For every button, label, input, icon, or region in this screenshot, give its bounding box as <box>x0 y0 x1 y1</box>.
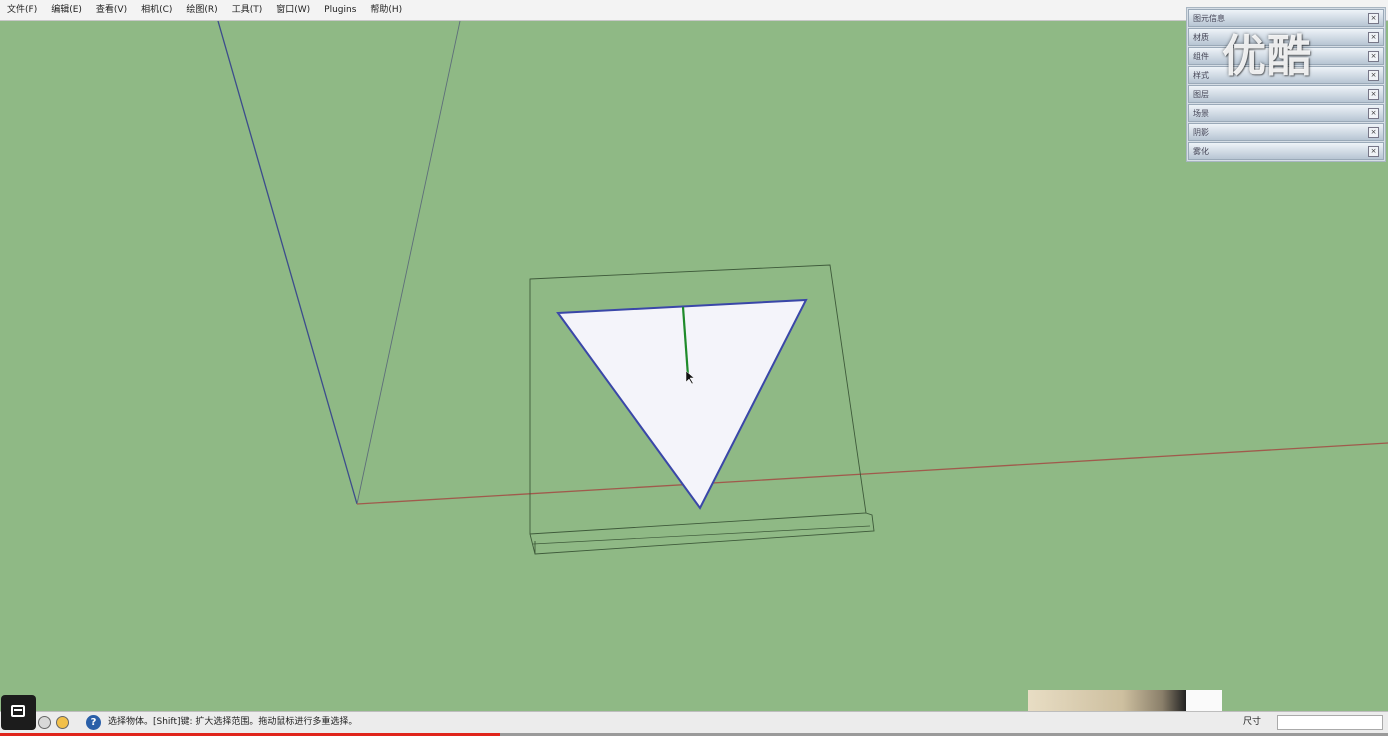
red-axis-line <box>356 442 1388 505</box>
measurements-label: 尺寸 <box>1243 717 1262 727</box>
credits-icon[interactable] <box>56 716 69 729</box>
tray-panel-close-icon[interactable]: × <box>1368 69 1379 81</box>
tray-panel-close-icon[interactable]: × <box>1368 107 1379 119</box>
video-thumbnail-edge <box>1186 690 1222 712</box>
viewport-canvas <box>217 21 1388 555</box>
tray-panel[interactable]: 图层 × <box>1188 85 1384 103</box>
measurements-input[interactable] <box>1277 715 1383 730</box>
menu-help[interactable]: 帮助(H) <box>363 0 409 20</box>
menu-edit[interactable]: 编辑(E) <box>44 0 89 20</box>
menu-plugins[interactable]: Plugins <box>317 0 363 20</box>
menu-bar: 文件(F) 编辑(E) 查看(V) 相机(C) 绘图(R) 工具(T) 窗口(W) Plugi… <box>0 0 1388 21</box>
blue-axis-line <box>217 21 358 505</box>
tray-panel-label: 图元信息 <box>1193 13 1225 23</box>
screen-toggle-button[interactable] <box>1 695 36 730</box>
menu-camera[interactable]: 相机(C) <box>134 0 179 20</box>
tray-panel-close-icon[interactable]: × <box>1368 12 1379 24</box>
status-hint: 选择物体。[Shift]键: 扩大选择范围。拖动鼠标进行多重选择。 <box>108 717 358 727</box>
modeling-viewport[interactable] <box>0 21 1388 711</box>
tray-panel-close-icon[interactable]: × <box>1368 145 1379 157</box>
menu-file[interactable]: 文件(F) <box>0 0 44 20</box>
menu-tools[interactable]: 工具(T) <box>225 0 270 20</box>
blue-axis-line-2 <box>356 21 461 505</box>
tray-panel-close-icon[interactable]: × <box>1368 88 1379 100</box>
tray-panel[interactable]: 阴影 × <box>1188 123 1384 141</box>
georef-icon[interactable] <box>38 716 51 729</box>
tray-panel-label: 雾化 <box>1193 146 1209 156</box>
video-thumbnail <box>1028 690 1186 712</box>
menu-view[interactable]: 查看(V) <box>89 0 134 20</box>
triangle-face[interactable] <box>556 298 808 510</box>
tray-panel[interactable]: 场景 × <box>1188 104 1384 122</box>
tray-panel-close-icon[interactable]: × <box>1368 31 1379 43</box>
watermark-logo: 优酷 <box>1222 31 1312 82</box>
tray-panel-label: 场景 <box>1193 108 1209 118</box>
tray-panel-label: 阴影 <box>1193 127 1209 137</box>
tray-panel-label: 材质 <box>1193 32 1209 42</box>
help-icon[interactable]: ? <box>86 715 101 730</box>
menu-window[interactable]: 窗口(W) <box>269 0 317 20</box>
screen-toggle-icon <box>11 705 25 717</box>
tray-panel-label: 组件 <box>1193 51 1209 61</box>
menu-draw[interactable]: 绘图(R) <box>179 0 224 20</box>
tray-panel[interactable]: 雾化 × <box>1188 142 1384 160</box>
tray-panel-close-icon[interactable]: × <box>1368 126 1379 138</box>
tray-panel-label: 样式 <box>1193 70 1209 80</box>
status-bar: ? 选择物体。[Shift]键: 扩大选择范围。拖动鼠标进行多重选择。 尺寸 <box>0 711 1388 734</box>
tray-panel-label: 图层 <box>1193 89 1209 99</box>
tray-panel-close-icon[interactable]: × <box>1368 50 1379 62</box>
